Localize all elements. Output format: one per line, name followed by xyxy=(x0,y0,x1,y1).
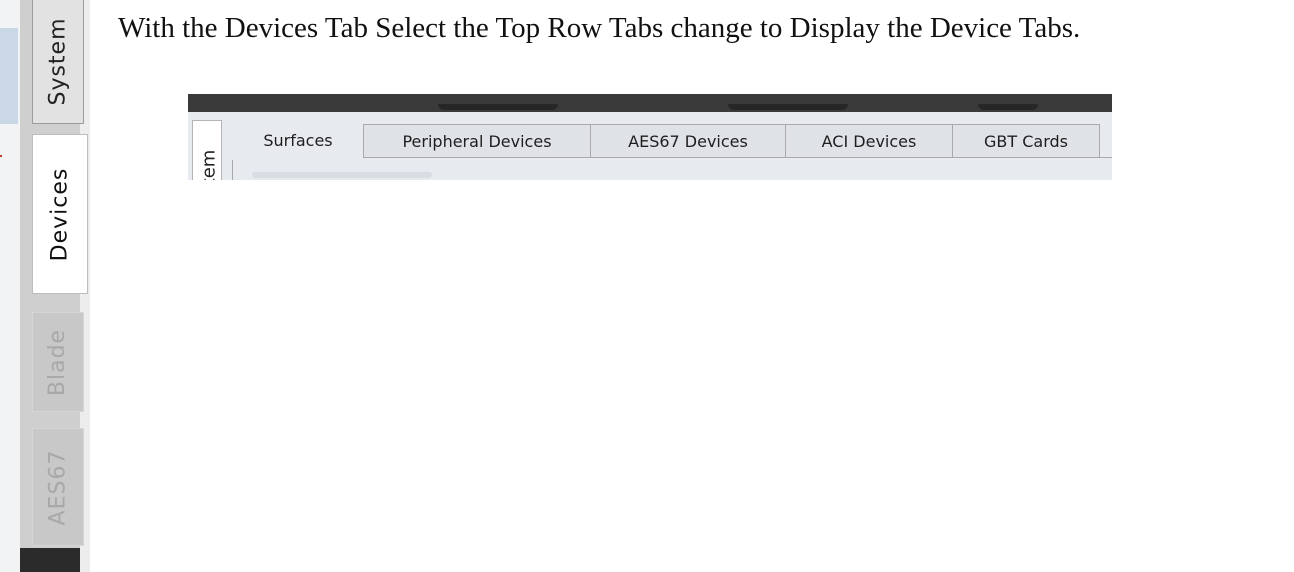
tab-system-partial[interactable]: tem xyxy=(192,120,222,180)
top-bar-notch xyxy=(438,104,558,110)
panel-content-hint xyxy=(252,172,432,178)
tab-row-baseline xyxy=(364,157,1112,158)
tab-strip-footer xyxy=(20,548,80,572)
tab-system-label: System xyxy=(45,17,71,106)
panel-divider xyxy=(232,160,233,180)
tab-gbt-cards[interactable]: GBT Cards xyxy=(952,124,1100,158)
tab-peripheral-devices[interactable]: Peripheral Devices xyxy=(363,124,591,158)
edge-highlight xyxy=(0,28,18,124)
tab-devices-label: Devices xyxy=(47,167,73,261)
top-bar-notch xyxy=(978,104,1038,110)
tab-aes67-devices[interactable]: AES67 Devices xyxy=(590,124,786,158)
tab-surfaces[interactable]: Surfaces xyxy=(232,122,364,158)
tab-blade[interactable]: Blade xyxy=(32,312,84,412)
tab-devices[interactable]: Devices xyxy=(32,134,88,294)
tab-row-screenshot: tem Surfaces Peripheral Devices AES67 De… xyxy=(188,94,1112,180)
tab-aes67[interactable]: AES67 xyxy=(32,428,84,546)
tab-system[interactable]: System xyxy=(32,0,84,124)
top-bar-notch xyxy=(728,104,848,110)
tab-aci-devices[interactable]: ACI Devices xyxy=(785,124,953,158)
tab-blade-label: Blade xyxy=(45,328,71,396)
vertical-tab-strip: System Devices Blade AES67 xyxy=(0,0,90,572)
device-tab-row: Surfaces Peripheral Devices AES67 Device… xyxy=(232,122,1100,158)
tab-aes67-label: AES67 xyxy=(45,449,71,525)
window-top-bar xyxy=(188,94,1112,112)
window-edge xyxy=(0,0,20,572)
tab-system-partial-label: tem xyxy=(198,149,220,180)
edge-marker xyxy=(0,155,2,157)
instruction-text: With the Devices Tab Select the Top Row … xyxy=(118,12,1081,44)
